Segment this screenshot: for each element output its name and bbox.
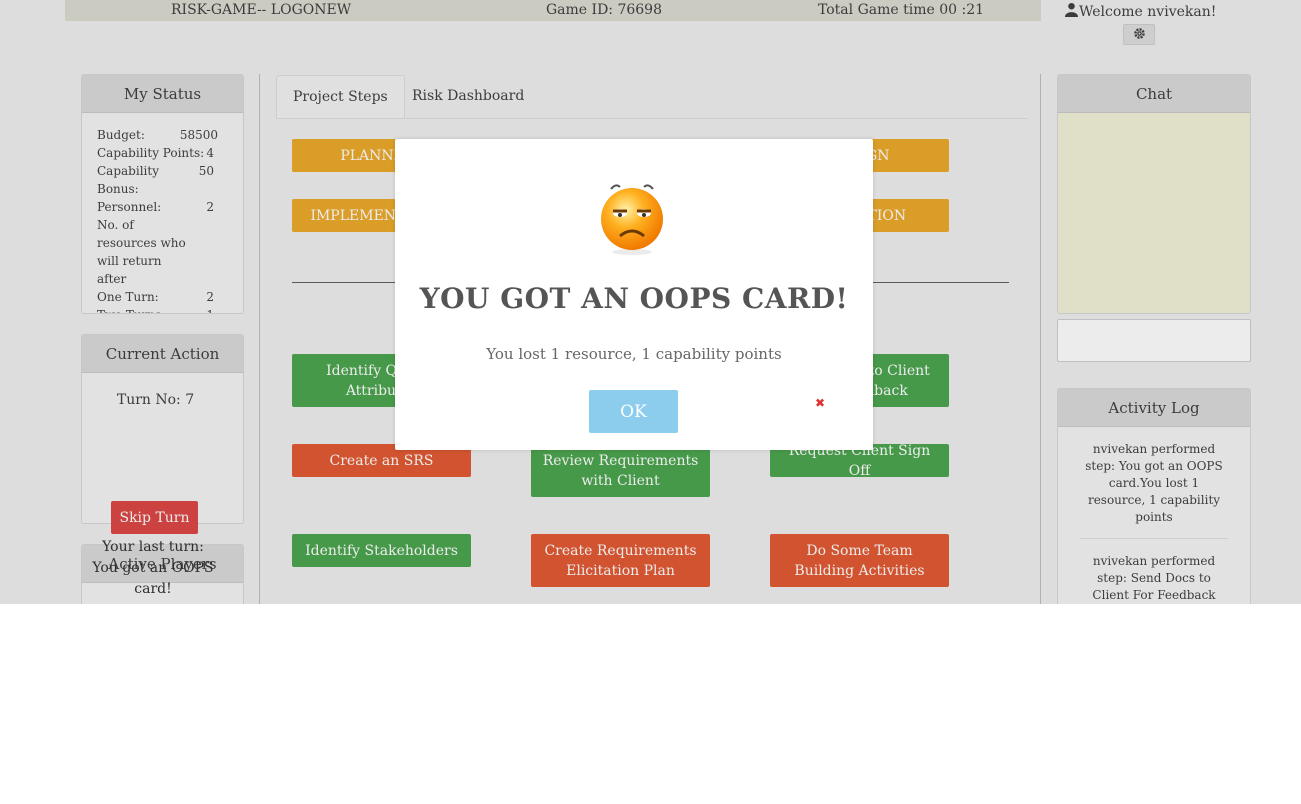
game-screen: RISK-GAME-- LOGONEW Game ID: 76698 Total… bbox=[0, 0, 1301, 604]
dialog-title: YOU GOT AN OOPS CARD! bbox=[419, 282, 849, 315]
ok-button[interactable]: OK bbox=[589, 390, 678, 433]
close-icon[interactable]: ✖ bbox=[815, 396, 825, 410]
sad-face-icon bbox=[598, 181, 666, 260]
dialog-message: You lost 1 resource, 1 capability points bbox=[486, 345, 782, 363]
oops-card-dialog: YOU GOT AN OOPS CARD! You lost 1 resourc… bbox=[395, 139, 873, 450]
